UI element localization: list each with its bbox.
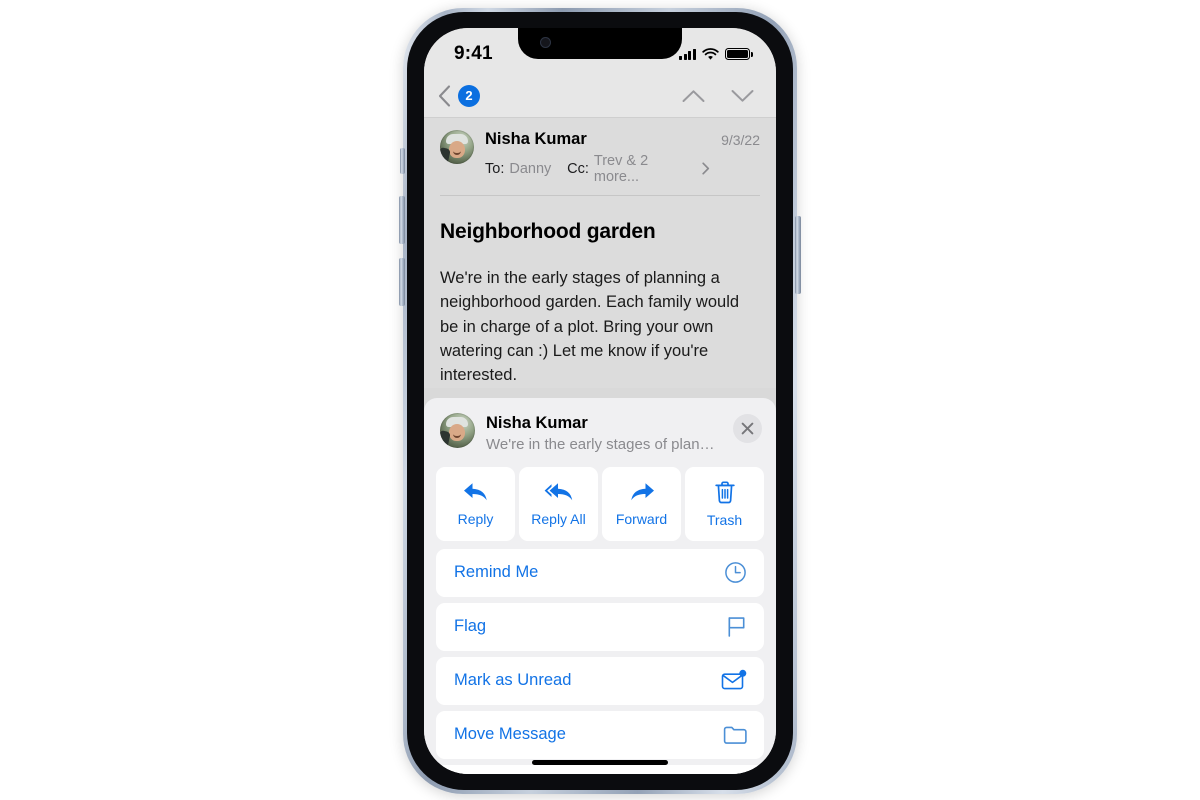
sender-row[interactable]: Nisha Kumar To: Danny Cc: Trev & 2 more.… (440, 130, 760, 185)
trash-icon (714, 481, 735, 503)
action-sheet-summary: Nisha Kumar We're in the early stages of… (486, 413, 722, 453)
cellular-bars-icon (679, 48, 696, 60)
avatar (440, 413, 475, 448)
action-sheet-header: Nisha Kumar We're in the early stages of… (436, 409, 764, 453)
volume-up-button[interactable] (399, 196, 405, 244)
screenshot-stage: 9:41 2 Nisha Kumar To: Danny Cc: Trev & … (0, 0, 1200, 800)
power-button[interactable] (795, 216, 801, 294)
close-icon[interactable] (741, 422, 754, 435)
to-value: Danny (509, 160, 552, 177)
sender-details: Nisha Kumar To: Danny Cc: Trev & 2 more.… (485, 130, 710, 185)
cc-value: Trev & 2 more... (593, 152, 649, 185)
menu-item-remind-me[interactable]: Remind Me (436, 548, 764, 597)
mark-as-unread-label: Mark as Unread (454, 671, 572, 690)
recipients-line[interactable]: To: Danny Cc: Trev & 2 more... (485, 153, 710, 185)
navigation-bar: 2 (424, 74, 776, 118)
folder-icon (723, 726, 747, 745)
wifi-icon (702, 47, 719, 60)
remind-me-label: Remind Me (454, 563, 539, 582)
flag-icon (728, 617, 745, 637)
silent-switch-button[interactable] (400, 148, 405, 174)
avatar (440, 130, 474, 164)
volume-down-button[interactable] (399, 258, 405, 306)
header-divider (440, 194, 760, 196)
reply-arrow-icon (463, 483, 487, 501)
menu-item-move-message[interactable]: Move Message (436, 710, 764, 759)
trash-label: Trash (706, 511, 743, 528)
chevron-left-icon[interactable] (438, 84, 451, 107)
envelope-badge-icon (721, 669, 747, 690)
menu-item-mark-as-unread[interactable]: Mark as Unread (436, 656, 764, 705)
page-title: Neighborhood garden (440, 219, 656, 243)
reply-all-label: Reply All (531, 511, 586, 528)
reply-button[interactable]: Reply (436, 466, 515, 541)
reply-label: Reply (457, 511, 494, 528)
display-notch (518, 28, 682, 59)
quick-actions-grid: Reply Reply All Forward Trash (436, 466, 764, 541)
menu-item-flag[interactable]: Flag (436, 602, 764, 651)
close-button[interactable] (733, 414, 762, 443)
chevron-down-icon[interactable] (731, 89, 754, 103)
mail-body: Neighborhood garden We're in the early s… (424, 205, 776, 388)
reply-all-button[interactable]: Reply All (519, 466, 598, 541)
home-indicator[interactable] (532, 760, 668, 765)
action-sheet: Nisha Kumar We're in the early stages of… (424, 398, 776, 774)
forward-label: Forward (615, 511, 668, 528)
status-bar-time: 9:41 (454, 43, 493, 64)
back-navigation[interactable]: 2 (438, 84, 480, 107)
front-camera-icon (540, 37, 551, 48)
chevron-up-icon[interactable] (682, 89, 705, 103)
battery-full-icon (725, 47, 753, 61)
clock-icon (725, 562, 746, 583)
flag-label: Flag (454, 617, 487, 636)
mail-header: Nisha Kumar To: Danny Cc: Trev & 2 more.… (424, 118, 776, 206)
mail-body-text: We're in the early stages of planning a … (440, 268, 740, 385)
action-sheet-preview-text: We're in the early stages of planning a … (486, 435, 722, 453)
mail-date: 9/3/22 (721, 132, 760, 148)
menu-item-archive-message[interactable]: Archive Message (436, 764, 764, 774)
forward-button[interactable]: Forward (602, 466, 681, 541)
unread-count-badge[interactable]: 2 (458, 84, 480, 107)
action-sheet-sender-name: Nisha Kumar (486, 414, 588, 432)
phone-screen: 9:41 2 Nisha Kumar To: Danny Cc: Trev & … (424, 28, 776, 774)
move-message-label: Move Message (454, 725, 566, 744)
message-pager (682, 89, 754, 103)
chevron-right-icon[interactable] (702, 162, 710, 175)
cc-label: Cc: (567, 160, 589, 177)
sender-name: Nisha Kumar (485, 130, 587, 148)
status-bar-indicators (679, 42, 753, 61)
status-bar: 9:41 (424, 28, 776, 74)
forward-arrow-icon (630, 483, 654, 501)
to-label: To: (485, 160, 505, 177)
action-menu-list: Remind Me Flag Mark as Unread Move Messa… (436, 548, 764, 774)
trash-button[interactable]: Trash (685, 466, 764, 541)
reply-all-arrow-icon (544, 483, 572, 501)
